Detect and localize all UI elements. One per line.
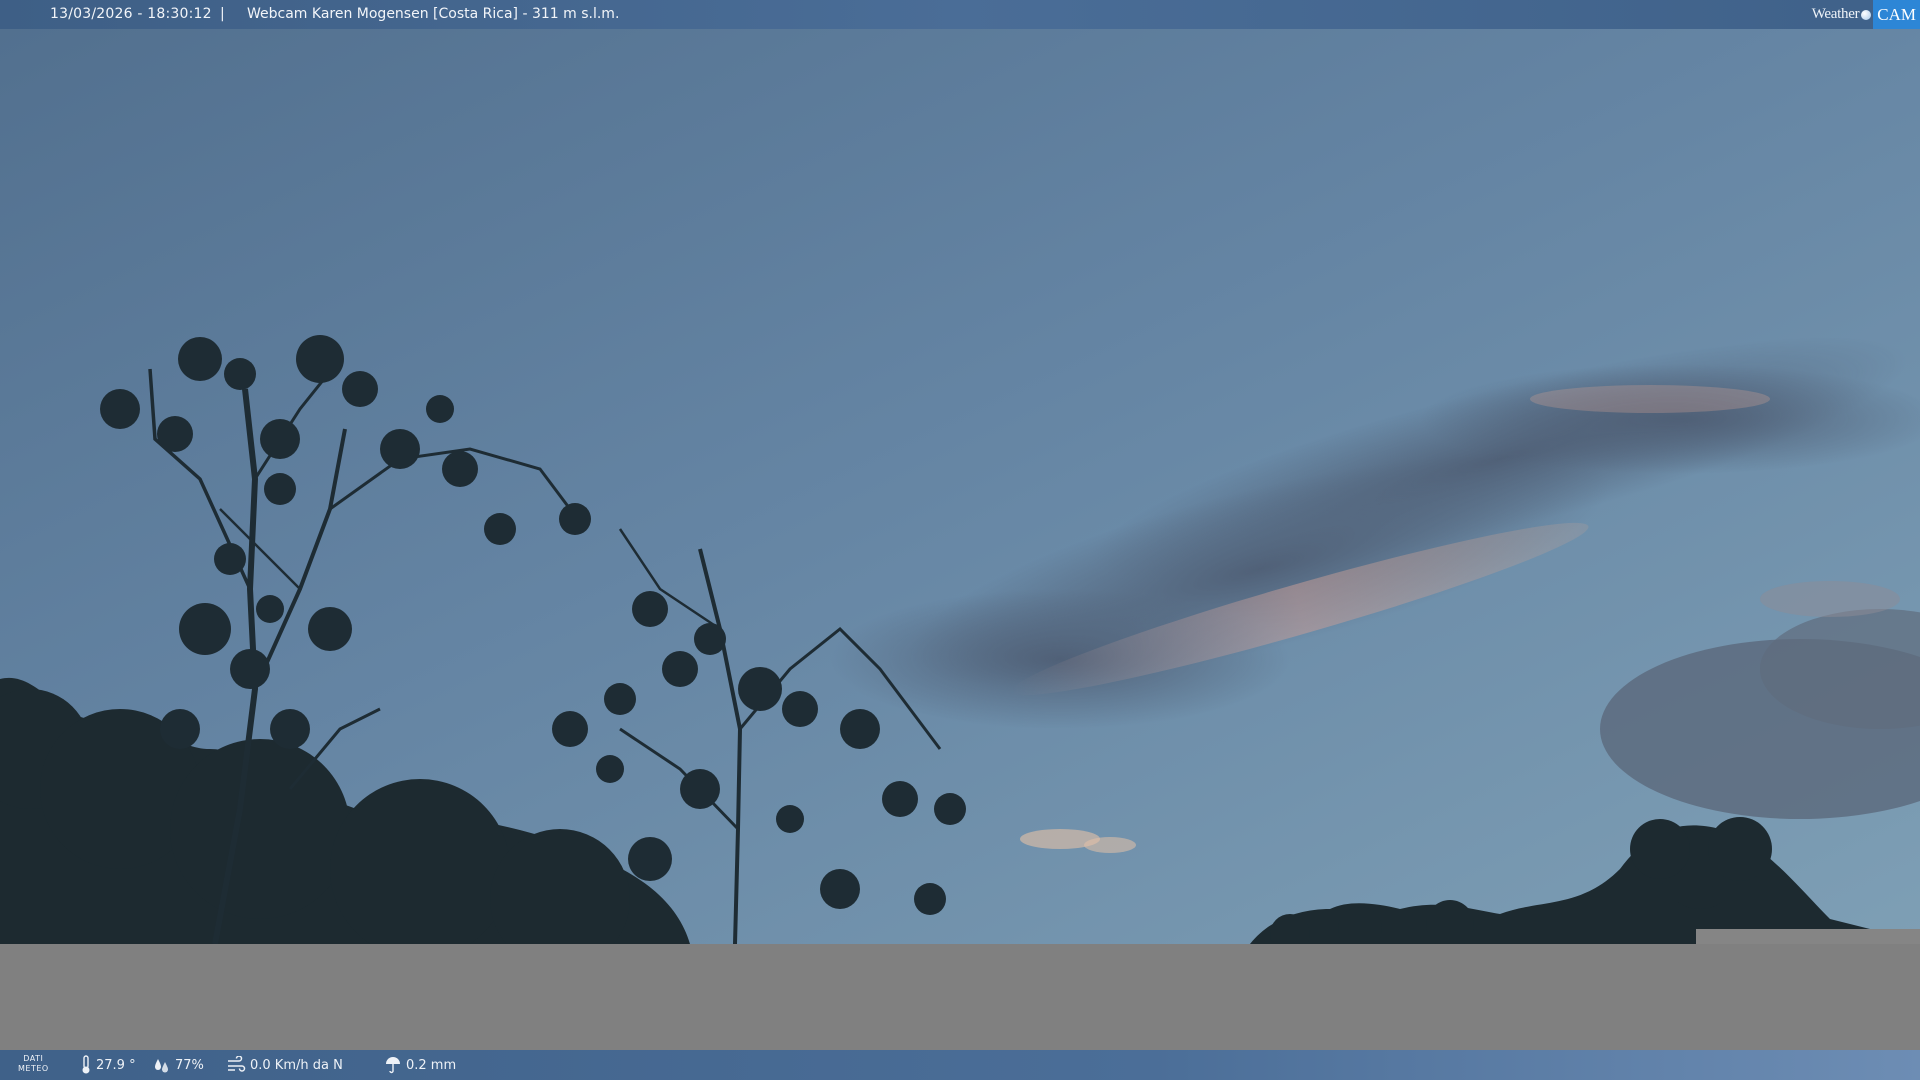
logo-dot-icon — [1861, 9, 1872, 20]
header-separator: | — [220, 6, 225, 22]
rain-value: 0.2 mm — [406, 1057, 457, 1073]
logo-word-cam: CAM — [1873, 0, 1920, 29]
webcam-image — [0, 29, 1920, 944]
webcam-viewer: 13/03/2026 - 18:30:12 | Webcam Karen Mog… — [0, 0, 1920, 1080]
wind-value: 0.0 Km/h da N — [250, 1057, 343, 1073]
webcam-header-bar: 13/03/2026 - 18:30:12 | Webcam Karen Mog… — [0, 0, 1920, 29]
water-drops-icon — [155, 1059, 168, 1073]
webcam-title: Webcam Karen Mogensen [Costa Rica] - 311… — [247, 6, 620, 22]
humidity-reading: 77% — [153, 1050, 204, 1080]
rain-umbrella-icon — [386, 1057, 400, 1074]
humidity-value: 77% — [175, 1057, 204, 1073]
image-gray-band — [0, 944, 1920, 1050]
rain-reading: 0.2 mm — [384, 1050, 456, 1080]
thermometer-icon — [82, 1055, 90, 1074]
weathercam-logo[interactable]: Weather CAM — [1812, 0, 1920, 29]
timestamp: 13/03/2026 - 18:30:12 — [50, 6, 212, 22]
wind-icon — [228, 1056, 246, 1072]
dati-meteo-label[interactable]: DATI METEO — [18, 1054, 49, 1074]
logo-word-weather: Weather — [1811, 6, 1860, 22]
temperature-reading: 27.9 ° — [80, 1050, 136, 1080]
temperature-value: 27.9 ° — [96, 1057, 136, 1073]
wind-reading: 0.0 Km/h da N — [226, 1050, 343, 1080]
image-gray-notch — [1696, 929, 1920, 945]
weather-data-bar: DATI METEO 27.9 ° 77% 0.0 Km/h da N 0.2 … — [0, 1050, 1920, 1080]
